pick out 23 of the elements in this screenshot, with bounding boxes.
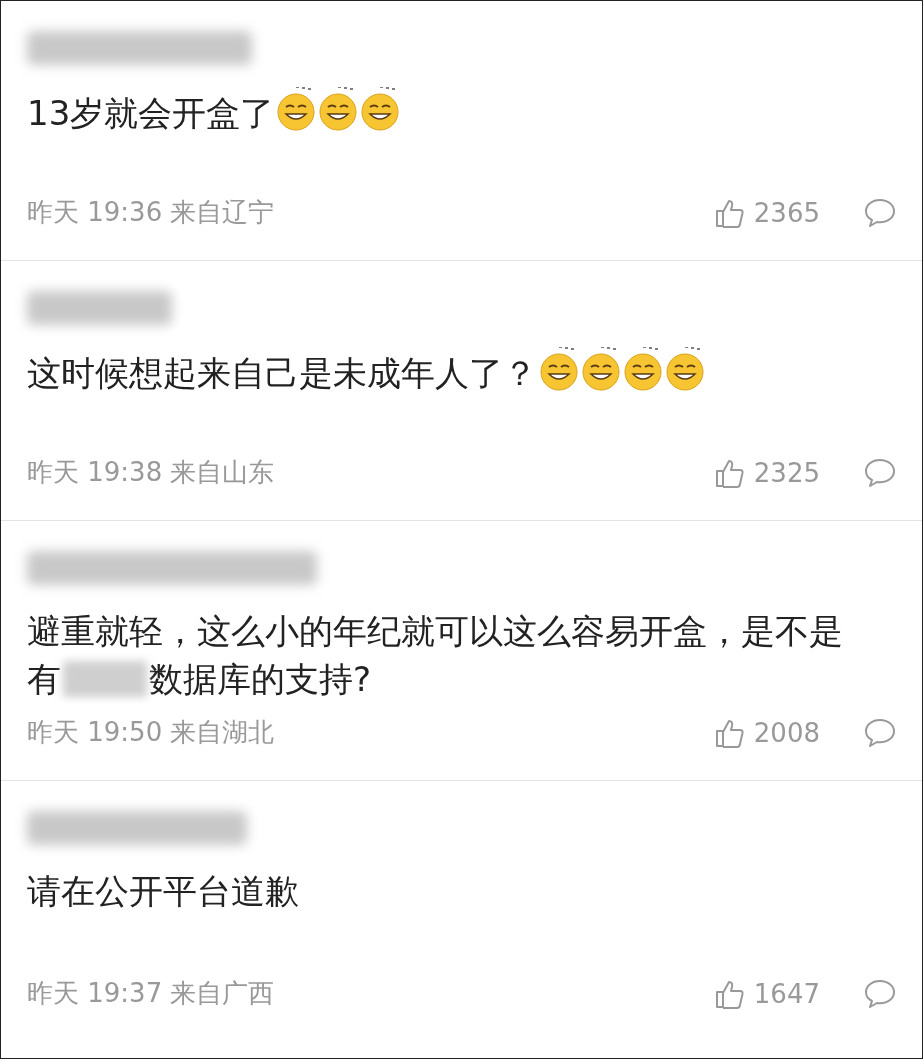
speech-bubble-icon[interactable] <box>864 717 896 748</box>
grinning-face-icon <box>360 87 401 131</box>
like-count: 2365 <box>753 197 820 228</box>
grinning-face-icon <box>276 87 317 131</box>
grinning-face-icon <box>318 87 359 131</box>
comment-meta: 昨天 19:50 来自湖北 <box>27 716 275 749</box>
comment-meta: 昨天 19:37 来自广西 <box>27 977 275 1010</box>
comment-text: 避重就轻，这么小的年纪就可以这么容易开盒，是不是有 数据库的支持? <box>27 610 844 701</box>
comment-meta: 昨天 19:36 来自辽宁 <box>27 196 275 229</box>
like-count: 2325 <box>753 457 820 488</box>
grinning-face-icon <box>665 347 705 391</box>
grinning-face-icon <box>623 347 663 391</box>
speech-bubble-icon[interactable] <box>864 457 896 488</box>
speech-bubble-icon[interactable] <box>864 978 896 1009</box>
like-count: 1647 <box>753 978 820 1009</box>
comment-meta: 昨天 19:38 来自山东 <box>27 456 275 489</box>
grinning-face-icon <box>539 347 579 391</box>
comment-text: 13岁就会开盒了 <box>27 87 857 137</box>
comment-text: 请在公开平台道歉 <box>27 870 300 913</box>
like-count: 2008 <box>753 717 820 748</box>
grinning-face-icon <box>581 347 621 391</box>
comment-text: 这时候想起来自己是未成年人了？ <box>27 347 857 397</box>
speech-bubble-icon[interactable] <box>864 197 896 228</box>
